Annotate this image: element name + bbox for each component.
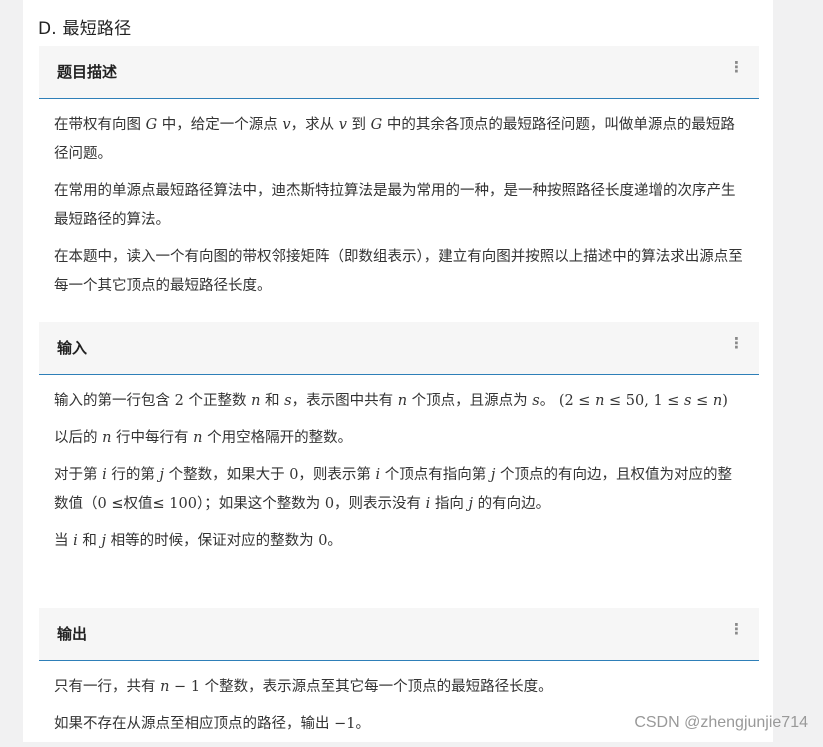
csdn-watermark: CSDN @zhengjunjie714 [634, 714, 808, 732]
description-header-label: 题目描述 [57, 61, 117, 82]
description-section: 题目描述 ⋮ 在带权有向图 G 中，给定一个源点 v，求从 v 到 G 中的其余… [39, 46, 759, 309]
output-header-label: 输出 [57, 623, 87, 644]
output-paragraph-1: 只有一行，共有 n − 1 个整数，表示源点至其它每一个顶点的最短路径长度。 [54, 673, 743, 702]
description-paragraph-3: 在本题中，读入一个有向图的带权邻接矩阵（即数组表示），建立有向图并按照以上描述中… [54, 243, 743, 301]
problem-page: D. 最短路径 题目描述 ⋮ 在带权有向图 G 中，给定一个源点 v，求从 v … [23, 0, 773, 742]
problem-title: D. 最短路径 [38, 14, 131, 39]
input-paragraph-1: 输入的第一行包含 2 个正整数 n 和 s，表示图中共有 n 个顶点，且源点为 … [54, 387, 743, 416]
input-section: 输入 ⋮ 输入的第一行包含 2 个正整数 n 和 s，表示图中共有 n 个顶点，… [39, 322, 759, 564]
input-paragraph-3: 对于第 i 行的第 j 个整数，如果大于 0，则表示第 i 个顶点有指向第 j … [54, 461, 743, 519]
more-vertical-icon[interactable]: ⋮ [729, 336, 744, 351]
description-header: 题目描述 ⋮ [39, 46, 759, 99]
input-paragraph-4: 当 i 和 j 相等的时候，保证对应的整数为 0。 [54, 527, 743, 556]
input-body: 输入的第一行包含 2 个正整数 n 和 s，表示图中共有 n 个顶点，且源点为 … [39, 375, 759, 556]
input-header-label: 输入 [57, 337, 87, 358]
input-paragraph-2: 以后的 n 行中每行有 n 个用空格隔开的整数。 [54, 424, 743, 453]
description-body: 在带权有向图 G 中，给定一个源点 v，求从 v 到 G 中的其余各顶点的最短路… [39, 99, 759, 301]
input-header: 输入 ⋮ [39, 322, 759, 375]
output-header: 输出 ⋮ [39, 608, 759, 661]
description-paragraph-2: 在常用的单源点最短路径算法中，迪杰斯特拉算法是最为常用的一种，是一种按照路径长度… [54, 177, 743, 235]
more-vertical-icon[interactable]: ⋮ [729, 622, 744, 637]
description-paragraph-1: 在带权有向图 G 中，给定一个源点 v，求从 v 到 G 中的其余各顶点的最短路… [54, 111, 743, 169]
more-vertical-icon[interactable]: ⋮ [729, 60, 744, 75]
